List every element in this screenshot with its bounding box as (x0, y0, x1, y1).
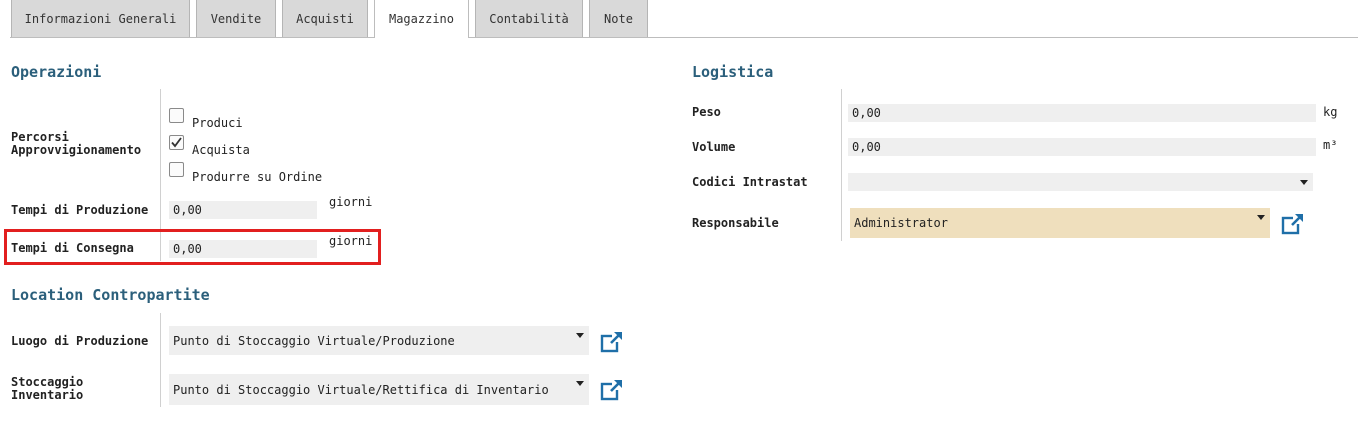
checkmark-icon (171, 137, 182, 148)
tab-contabilita[interactable]: Contabilità (475, 0, 583, 37)
location-title: Location Contropartite (11, 286, 210, 304)
tab-vendite[interactable]: Vendite (196, 0, 276, 37)
chevron-down-icon (1257, 215, 1265, 220)
luogo-produzione-select[interactable]: Punto di Stoccaggio Virtuale/Produzione (169, 326, 589, 355)
tab-bar: Informazioni Generali Vendite Acquisti M… (0, 0, 1358, 38)
peso-unit: kg (1323, 105, 1338, 119)
checkbox-produrre-su-ordine-label: Produrre su Ordine (192, 170, 323, 184)
tempi-produzione-input[interactable]: 0,00 (169, 201, 317, 219)
tab-note[interactable]: Note (589, 0, 648, 37)
percorsi-label-line2: Approvvigionamento (11, 143, 142, 157)
tempi-produzione-label: Tempi di Produzione (11, 203, 149, 217)
location-separator (160, 313, 161, 407)
codici-intrastat-label: Codici Intrastat (692, 175, 808, 189)
checkbox-acquista-label: Acquista (192, 143, 250, 157)
stoccaggio-inventario-value: Punto di Stoccaggio Virtuale/Rettifica d… (173, 382, 549, 397)
volume-label: Volume (692, 140, 736, 154)
responsabile-select[interactable]: Administrator (850, 208, 1270, 238)
stoccaggio-inventario-label: Stoccaggio Inventario (11, 376, 83, 402)
peso-label: Peso (692, 105, 721, 119)
logistica-separator (841, 89, 842, 241)
stoccaggio-label-line2: Inventario (11, 388, 84, 402)
tab-bar-divider (10, 37, 1358, 38)
external-link-icon[interactable] (600, 378, 624, 402)
luogo-produzione-label: Luogo di Produzione (11, 334, 149, 348)
luogo-produzione-value: Punto di Stoccaggio Virtuale/Produzione (173, 333, 455, 348)
responsabile-label: Responsabile (692, 216, 779, 230)
volume-input[interactable]: 0,00 (848, 138, 1316, 156)
logistica-title: Logistica (692, 63, 774, 81)
checkbox-produci[interactable] (169, 108, 184, 123)
external-link-icon[interactable] (600, 330, 624, 354)
tempi-produzione-unit: giorni (329, 195, 373, 209)
operazioni-title: Operazioni (11, 63, 102, 81)
chevron-down-icon (576, 333, 584, 338)
checkbox-produci-label: Produci (192, 116, 243, 130)
responsabile-value: Administrator (854, 216, 948, 230)
codici-intrastat-select[interactable] (848, 173, 1313, 191)
tempi-consegna-unit: giorni (329, 234, 373, 248)
tab-magazzino[interactable]: Magazzino (374, 0, 469, 38)
chevron-down-icon (576, 381, 584, 386)
tab-informazioni-generali[interactable]: Informazioni Generali (11, 0, 190, 37)
peso-input[interactable]: 0,00 (848, 104, 1316, 122)
volume-unit: m³ (1323, 138, 1338, 152)
stoccaggio-inventario-select[interactable]: Punto di Stoccaggio Virtuale/Rettifica d… (169, 374, 589, 405)
external-link-icon[interactable] (1281, 212, 1305, 236)
tab-acquisti[interactable]: Acquisti (282, 0, 368, 37)
tempi-consegna-label: Tempi di Consegna (11, 241, 134, 255)
checkbox-acquista[interactable] (169, 135, 184, 150)
chevron-down-icon (1300, 180, 1308, 185)
tempi-consegna-input[interactable]: 0,00 (169, 240, 317, 258)
operazioni-separator (160, 89, 161, 261)
percorsi-label: Percorsi Approvvigionamento (11, 131, 141, 157)
checkbox-produrre-su-ordine[interactable] (169, 162, 184, 177)
